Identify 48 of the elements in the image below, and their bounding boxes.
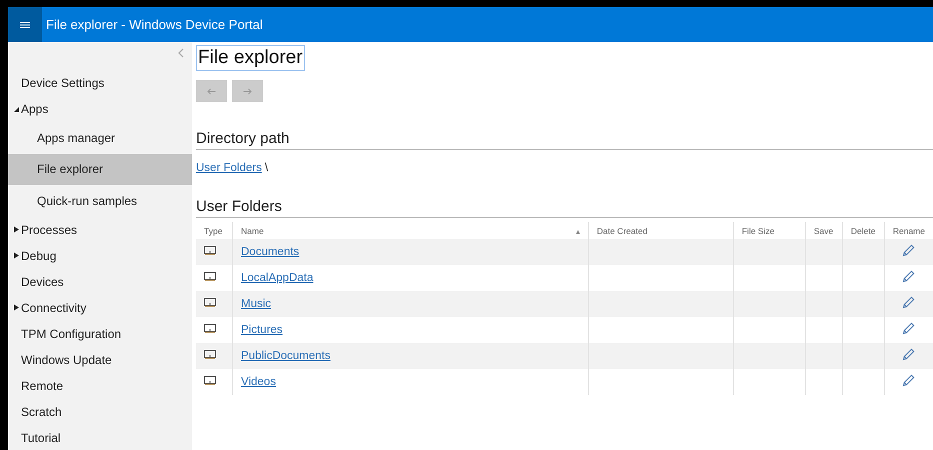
section-heading: User Folders <box>196 198 933 218</box>
collapsed-triangle-icon[interactable] <box>14 304 19 311</box>
window-title: File explorer - Windows Device Portal <box>46 17 263 32</box>
menu-button[interactable] <box>8 7 42 42</box>
menu-icon <box>20 20 30 28</box>
expanded-triangle-icon[interactable] <box>14 106 19 112</box>
path-link[interactable]: User Folders <box>196 162 262 174</box>
sidebar-item[interactable]: File explorer <box>8 154 192 185</box>
section-heading: Directory path <box>196 130 933 150</box>
folder-link[interactable]: LocalAppData <box>241 272 314 284</box>
sidebar-item[interactable]: Tutorial <box>8 424 192 450</box>
sidebar-item[interactable]: Connectivity <box>8 294 192 320</box>
sidebar-item[interactable]: Remote <box>8 372 192 398</box>
folder-icon <box>204 298 216 307</box>
folder-icon <box>204 324 216 333</box>
column-header[interactable]: Type <box>196 222 232 239</box>
pencil-icon[interactable] <box>902 296 916 309</box>
path-separator: \ <box>264 162 268 174</box>
pencil-icon[interactable] <box>902 244 916 257</box>
pencil-icon[interactable] <box>902 322 916 335</box>
left-arrow-icon <box>207 88 216 94</box>
sidebar-item[interactable]: Windows Update <box>8 346 192 372</box>
folder-icon <box>204 350 216 359</box>
sidebar-item[interactable]: Apps <box>8 96 192 122</box>
collapsed-triangle-icon[interactable] <box>14 252 19 259</box>
folder-link[interactable]: Pictures <box>241 324 283 336</box>
sidebar-item[interactable]: Device Settings <box>8 70 192 96</box>
sidebar-item[interactable]: Quick-run samples <box>8 185 192 216</box>
folder-link[interactable]: Documents <box>241 246 300 258</box>
sidebar-item[interactable]: Processes <box>8 216 192 242</box>
folder-icon <box>204 272 216 281</box>
sort-icon <box>576 230 580 234</box>
folder-icon <box>204 376 216 385</box>
folder-link[interactable]: Music <box>241 298 272 310</box>
collapsed-triangle-icon[interactable] <box>14 226 19 233</box>
folder-icon <box>204 246 216 255</box>
pencil-icon[interactable] <box>902 348 916 361</box>
pencil-icon[interactable] <box>902 270 916 283</box>
folder-link[interactable]: Videos <box>241 376 276 388</box>
folder-link[interactable]: PublicDocuments <box>241 350 330 362</box>
page-title: File explorer <box>196 45 305 71</box>
pencil-icon[interactable] <box>902 374 916 387</box>
sidebar-item[interactable]: Devices <box>8 268 192 294</box>
sidebar-item[interactable]: Apps manager <box>8 122 192 154</box>
sidebar-item[interactable]: Scratch <box>8 398 192 424</box>
sidebar-item[interactable]: Debug <box>8 242 192 268</box>
sidebar-item[interactable]: TPM Configuration <box>8 320 192 346</box>
right-arrow-icon <box>243 88 252 94</box>
